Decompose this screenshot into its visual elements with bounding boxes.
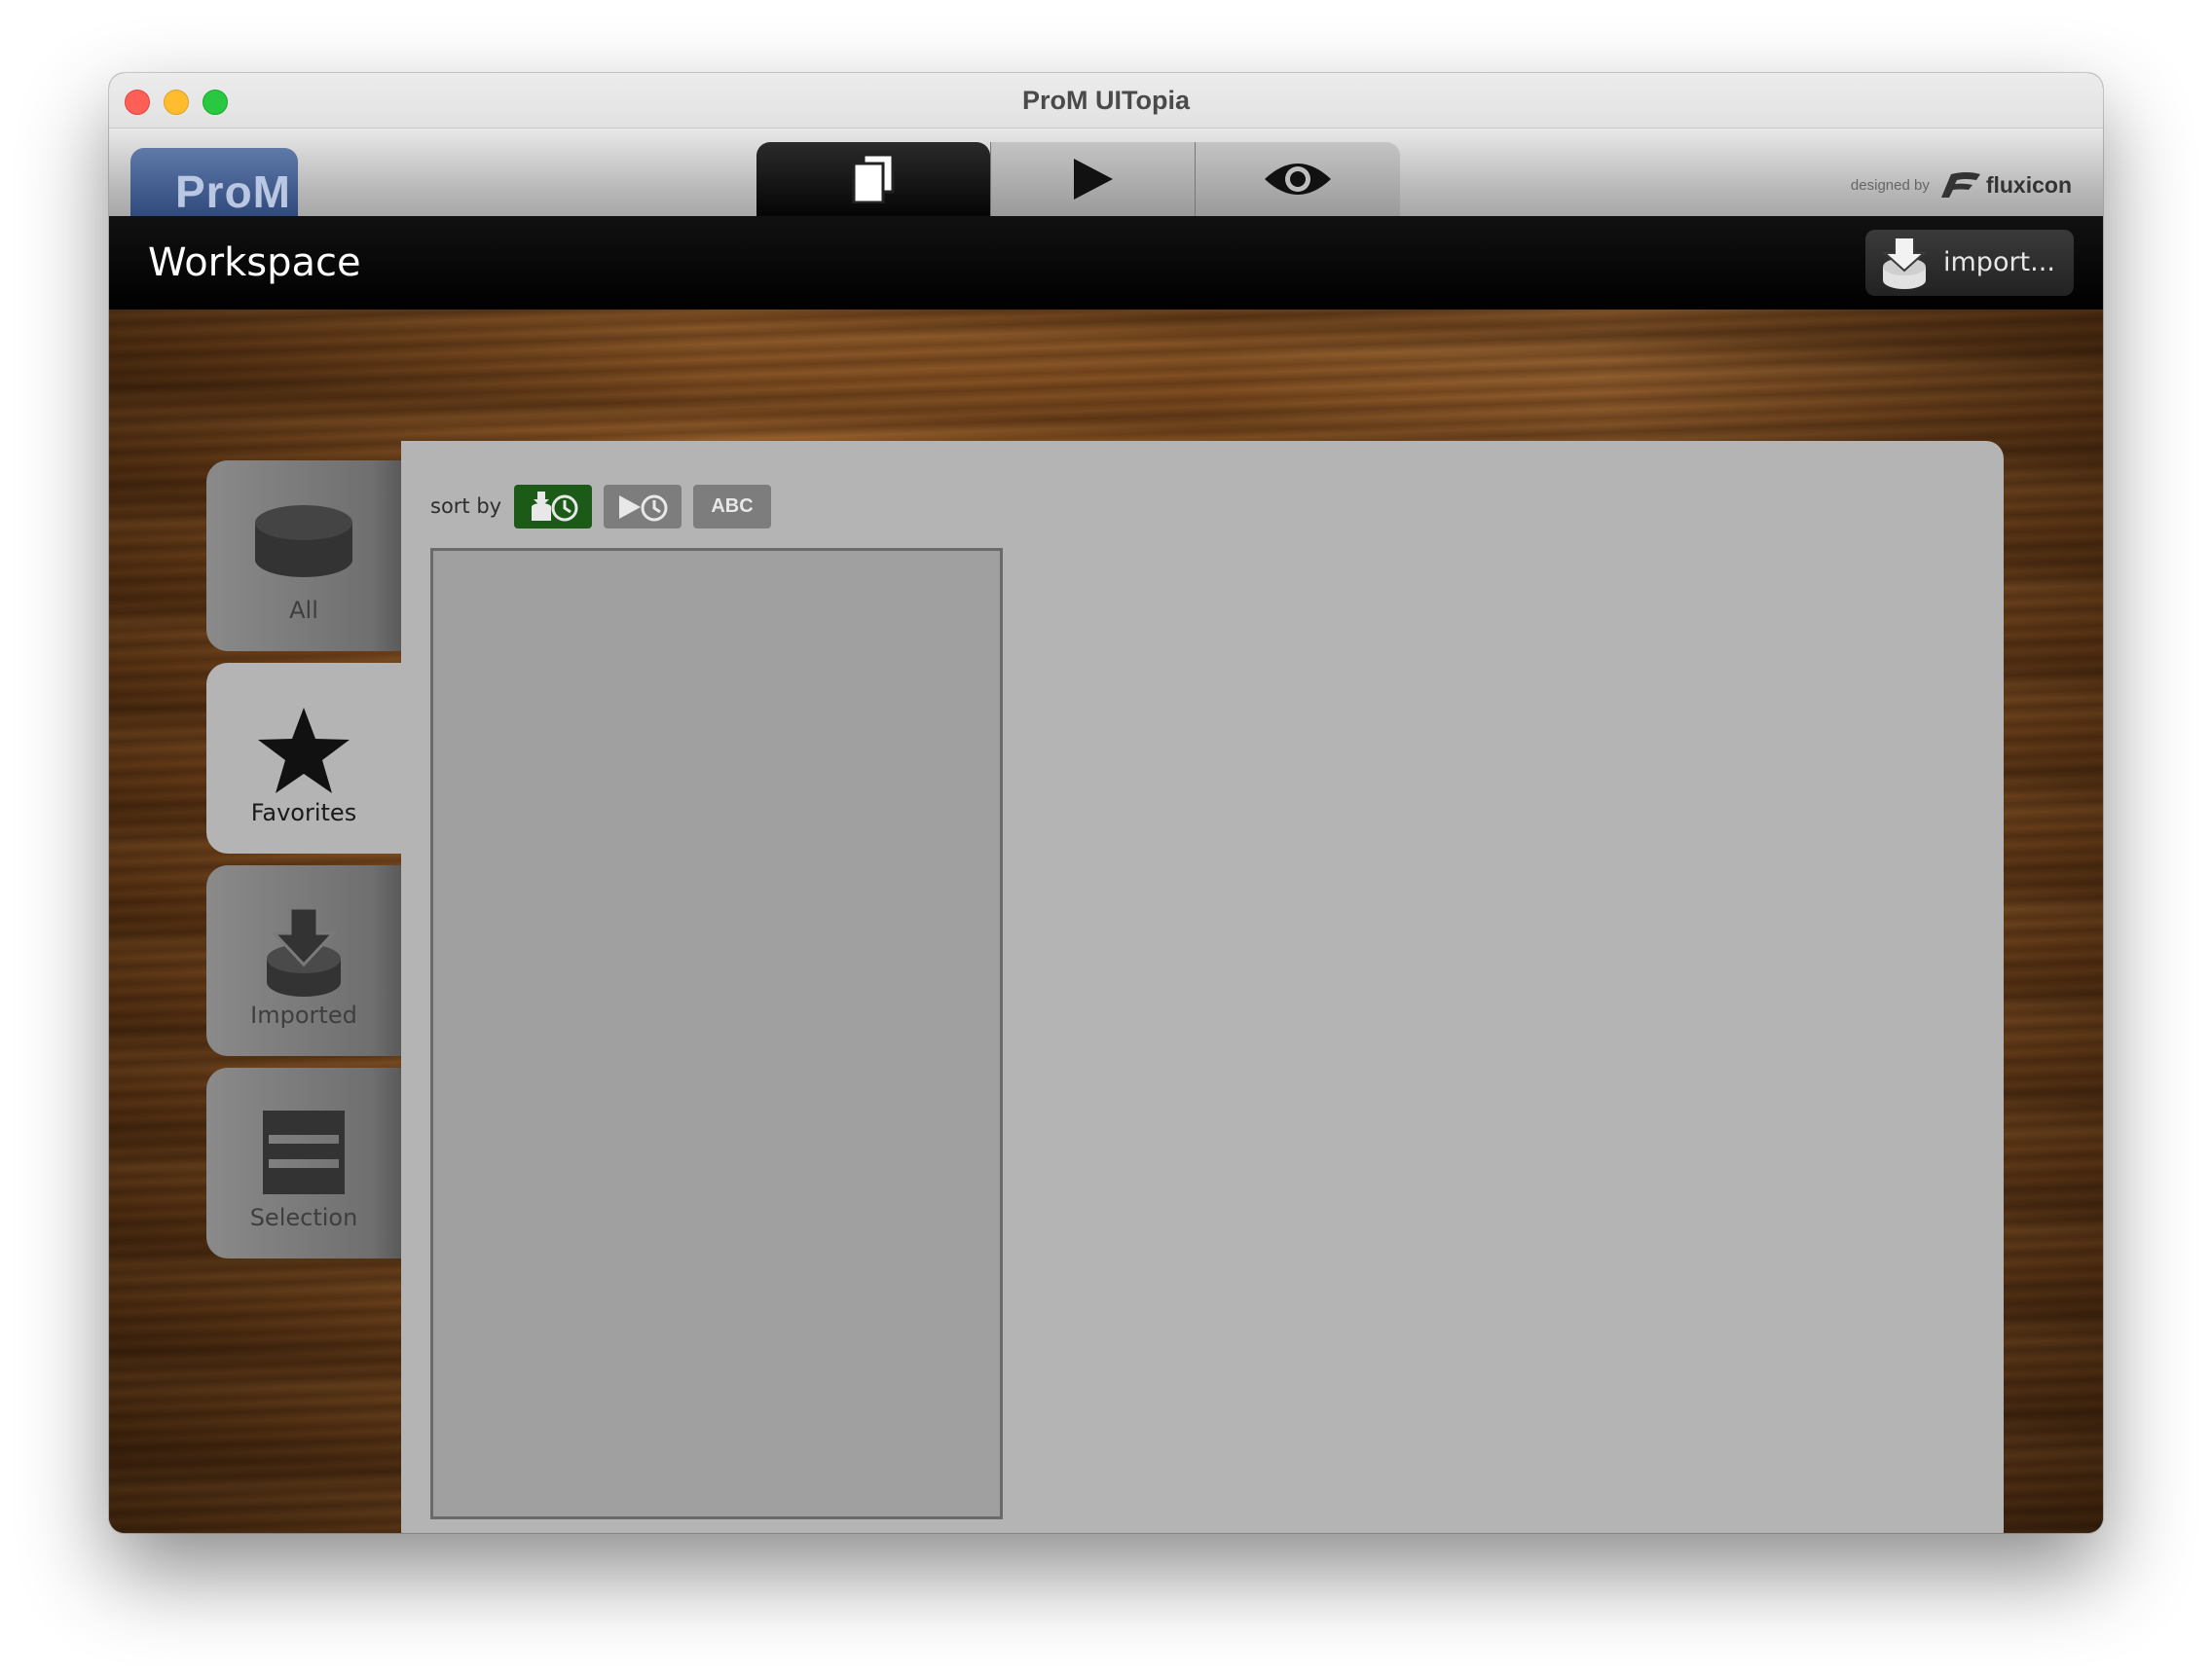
sidebar-item-imported[interactable]: Imported xyxy=(206,865,401,1056)
sort-by-import-time-button[interactable] xyxy=(514,485,592,529)
designed-by: designed by fluxicon xyxy=(1851,165,2072,204)
sort-alphabetical-label: ABC xyxy=(711,495,754,517)
fluxicon-logo-icon xyxy=(1940,172,1980,198)
resource-list[interactable] xyxy=(430,548,1003,1519)
database-icon xyxy=(255,505,352,577)
prom-logo-text: ProM xyxy=(175,166,291,216)
sort-by-action-time-button[interactable] xyxy=(604,485,682,529)
sidebar-item-label: Imported xyxy=(250,1002,357,1029)
sidebar-item-label: Selection xyxy=(249,1204,358,1231)
title-bar: ProM UITopia xyxy=(109,73,2103,128)
import-button[interactable]: import... xyxy=(1865,230,2074,296)
workspace-area: All Favorites Imported Selection sort by… xyxy=(109,310,2103,1533)
sidebar-item-label: All xyxy=(289,597,318,624)
designed-by-label: designed by xyxy=(1850,176,1930,194)
import-icon xyxy=(1882,237,1927,289)
tab-workspace[interactable] xyxy=(756,142,990,216)
action-time-icon xyxy=(619,494,668,521)
documents-icon xyxy=(852,155,895,203)
play-icon xyxy=(1074,159,1113,200)
window-title: ProM UITopia xyxy=(1022,86,1190,115)
eye-icon xyxy=(1265,164,1331,195)
import-icon xyxy=(267,908,341,997)
sidebar-item-all[interactable]: All xyxy=(206,460,401,651)
selection-icon xyxy=(263,1111,345,1194)
sidebar-item-label: Favorites xyxy=(250,799,357,826)
star-icon xyxy=(258,708,350,793)
import-time-icon xyxy=(532,491,578,521)
sidebar-item-favorites[interactable]: Favorites xyxy=(206,663,401,854)
sort-alphabetical-button[interactable]: ABC xyxy=(693,485,771,529)
tab-actions[interactable] xyxy=(990,142,1196,216)
tab-views[interactable] xyxy=(1195,142,1400,216)
sort-label: sort by xyxy=(430,494,502,518)
main-toolbar: ProM designed by fluxicon xyxy=(109,128,2103,216)
resource-panel: sort by ABC xyxy=(401,441,2004,1533)
designed-by-brand: fluxicon xyxy=(1985,171,2072,198)
sidebar-item-selection[interactable]: Selection xyxy=(206,1068,401,1258)
page-title: Workspace xyxy=(148,240,361,285)
workspace-header: Workspace import... xyxy=(109,216,2103,310)
prom-logo: ProM xyxy=(130,148,298,216)
app-window: ProM UITopia ProM designed by fluxicon W… xyxy=(109,73,2103,1533)
import-button-label: import... xyxy=(1943,247,2055,277)
